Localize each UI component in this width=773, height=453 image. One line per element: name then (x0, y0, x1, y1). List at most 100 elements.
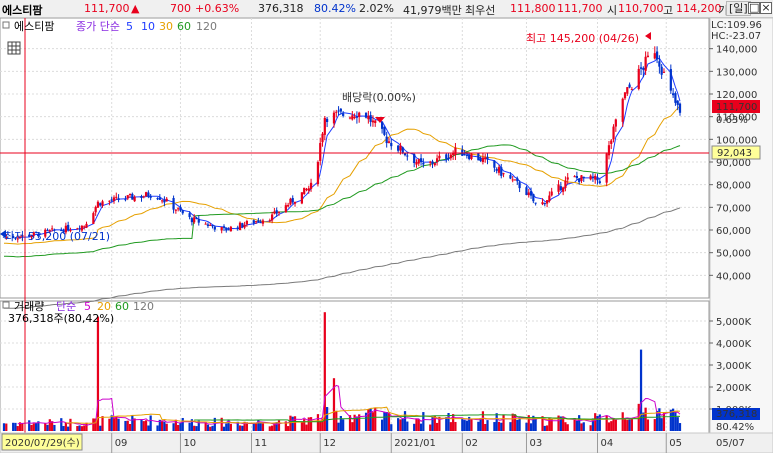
volume-bar (413, 423, 416, 431)
candle-body (293, 201, 297, 204)
volume-bar (406, 421, 409, 431)
current-volume-tag-text: 376,318 (716, 409, 757, 420)
candle-body (653, 53, 656, 59)
candle-body (305, 189, 308, 191)
volume-bar (323, 312, 326, 431)
volume-bar (128, 424, 132, 431)
candle-body (479, 158, 482, 162)
dividend-annotation: 배당락(0.00%) (342, 91, 416, 104)
volume-bar (630, 418, 633, 431)
candle-body (532, 193, 535, 202)
candle-body (495, 168, 498, 171)
close-icon[interactable]: × (760, 2, 772, 14)
volume-bar (108, 418, 111, 431)
volume-bar (225, 423, 228, 431)
candle-body (509, 175, 512, 179)
volume-bar (44, 423, 47, 431)
volume-bar (575, 420, 578, 431)
price-axis-label: 60,000 (716, 226, 751, 237)
volume-bar (5, 423, 8, 431)
volume-bar (399, 419, 402, 431)
period-daily-button[interactable]: [일] (726, 1, 751, 16)
low-annotation: 최저 53,200 (07/21) (4, 230, 110, 243)
volume-bar (85, 422, 88, 431)
candle-body (390, 142, 393, 147)
candle-body (646, 55, 650, 57)
current-price-tag-text: 111,700 (716, 102, 757, 113)
candle-body (445, 154, 448, 159)
candle-body (385, 136, 388, 144)
volume-bar (325, 407, 329, 431)
volume-bar (484, 423, 487, 431)
chart-area[interactable]: 에스티팜 종가 단순 5 10 30 60 120 최고 145,200 (04… (0, 18, 773, 453)
candle-body (303, 187, 306, 194)
volume-bar (646, 419, 650, 431)
price-legend: 에스티팜 종가 단순 5 10 30 60 120 (2, 20, 217, 33)
volume-bar (163, 421, 166, 431)
candle-body (213, 226, 216, 230)
price-axis-label: 100,000 (716, 135, 757, 146)
volume-bar (422, 412, 425, 431)
candle-body (85, 223, 88, 228)
candle-body (642, 67, 645, 70)
candle-body (676, 100, 679, 105)
time-axis-label: 02 (465, 438, 478, 449)
candle-body (383, 126, 386, 135)
volume-bar (465, 420, 469, 431)
candle-body (259, 222, 262, 224)
candle-body (190, 218, 194, 223)
candle-body (307, 188, 310, 191)
candle-body (140, 196, 143, 198)
volume-bar (206, 424, 210, 431)
candle-body (639, 67, 643, 69)
grid-toggle-icon[interactable] (7, 41, 21, 55)
volume-bar (477, 421, 480, 431)
candle-body (364, 112, 368, 118)
volume-bar (435, 422, 439, 431)
volume-bar (193, 425, 196, 431)
volume-bar (46, 424, 49, 431)
candle-body (284, 205, 287, 213)
price-panel[interactable] (0, 18, 710, 299)
candle-body (277, 211, 281, 213)
volume-bar (142, 421, 145, 431)
candle-body (181, 210, 184, 214)
high-price: 114,200 (676, 2, 722, 15)
volume-bar (303, 419, 306, 431)
volume-bar (639, 349, 643, 431)
volume-bar (454, 421, 457, 431)
volume-bar (112, 417, 116, 431)
volume-bar (96, 316, 100, 431)
volume-bar (500, 422, 503, 431)
volume-bar (548, 417, 551, 431)
volume-bar (479, 418, 482, 431)
candle-body (289, 198, 292, 205)
volume: 376,318 (258, 2, 304, 15)
volume-bar (605, 415, 608, 431)
candle-body (220, 226, 223, 231)
candle-body (582, 176, 585, 179)
candle-body (358, 112, 361, 118)
candle-body (628, 84, 631, 88)
up-arrow-icon: ▲ (131, 2, 140, 15)
candle-body (149, 195, 152, 198)
volume-bar (160, 420, 164, 431)
volume-bar (115, 416, 118, 431)
price-legend-name: 에스티팜 (14, 20, 54, 33)
volume-bar (60, 418, 63, 431)
restore-icon[interactable]: □ (748, 2, 760, 14)
candle-body (268, 220, 271, 222)
current-volume-pct-text: 80.42% (716, 422, 754, 433)
candle-body (525, 187, 528, 196)
candle-body (110, 199, 113, 201)
candle-body (543, 203, 546, 205)
volume-bar (674, 411, 677, 431)
volume-bar (300, 422, 304, 431)
price-axis-label: 50,000 (716, 249, 751, 260)
candle-body (415, 162, 418, 165)
volume-bar (277, 420, 281, 431)
volume-bar (385, 411, 388, 431)
candle-body (348, 117, 352, 119)
stock-name[interactable]: 에스티팜 (2, 2, 42, 18)
candle-body (287, 204, 290, 207)
